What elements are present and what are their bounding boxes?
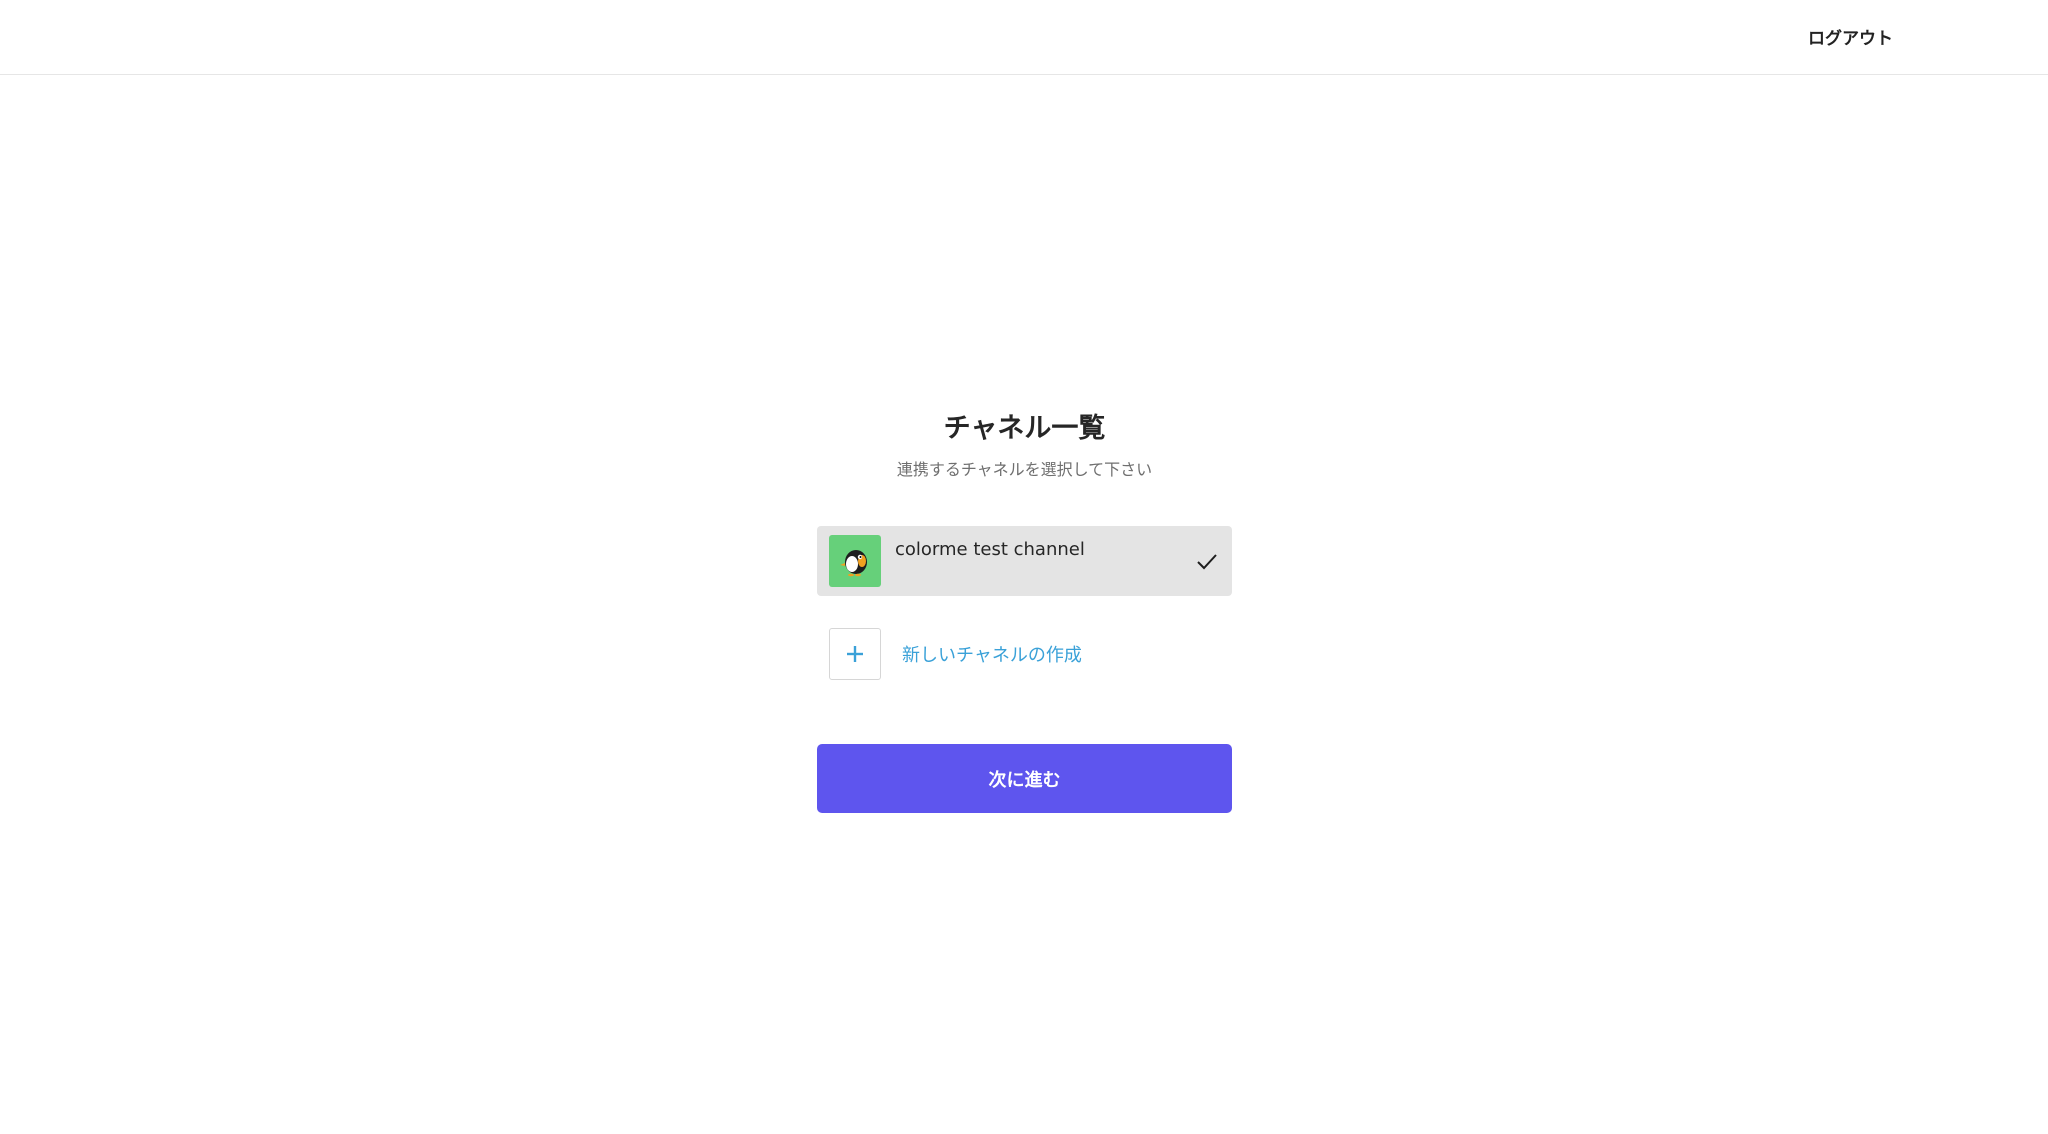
channel-avatar [829,535,881,587]
page-subtitle: 連携するチャネルを選択して下さい [896,460,1153,479]
logout-link[interactable]: ログアウト [1808,24,1893,49]
create-new-channel-label: 新しいチャネルの作成 [902,645,1082,666]
channel-list-panel: チャネル一覧 連携するチャネルを選択して下さい colorme test cha… [817,400,1232,813]
page-title: チャネル一覧 [943,413,1106,444]
check-icon [1197,554,1217,570]
channel-name: colorme test channel [895,539,1085,560]
plus-icon [847,646,863,662]
next-button[interactable]: 次に進む [817,744,1232,813]
create-new-channel-button[interactable]: 新しいチャネルの作成 [817,628,1232,680]
plus-box [829,628,881,680]
channel-item-colorme-test-channel[interactable]: colorme test channel [817,526,1232,596]
top-header: ログアウト [0,0,2048,75]
penguin-icon [840,550,867,577]
